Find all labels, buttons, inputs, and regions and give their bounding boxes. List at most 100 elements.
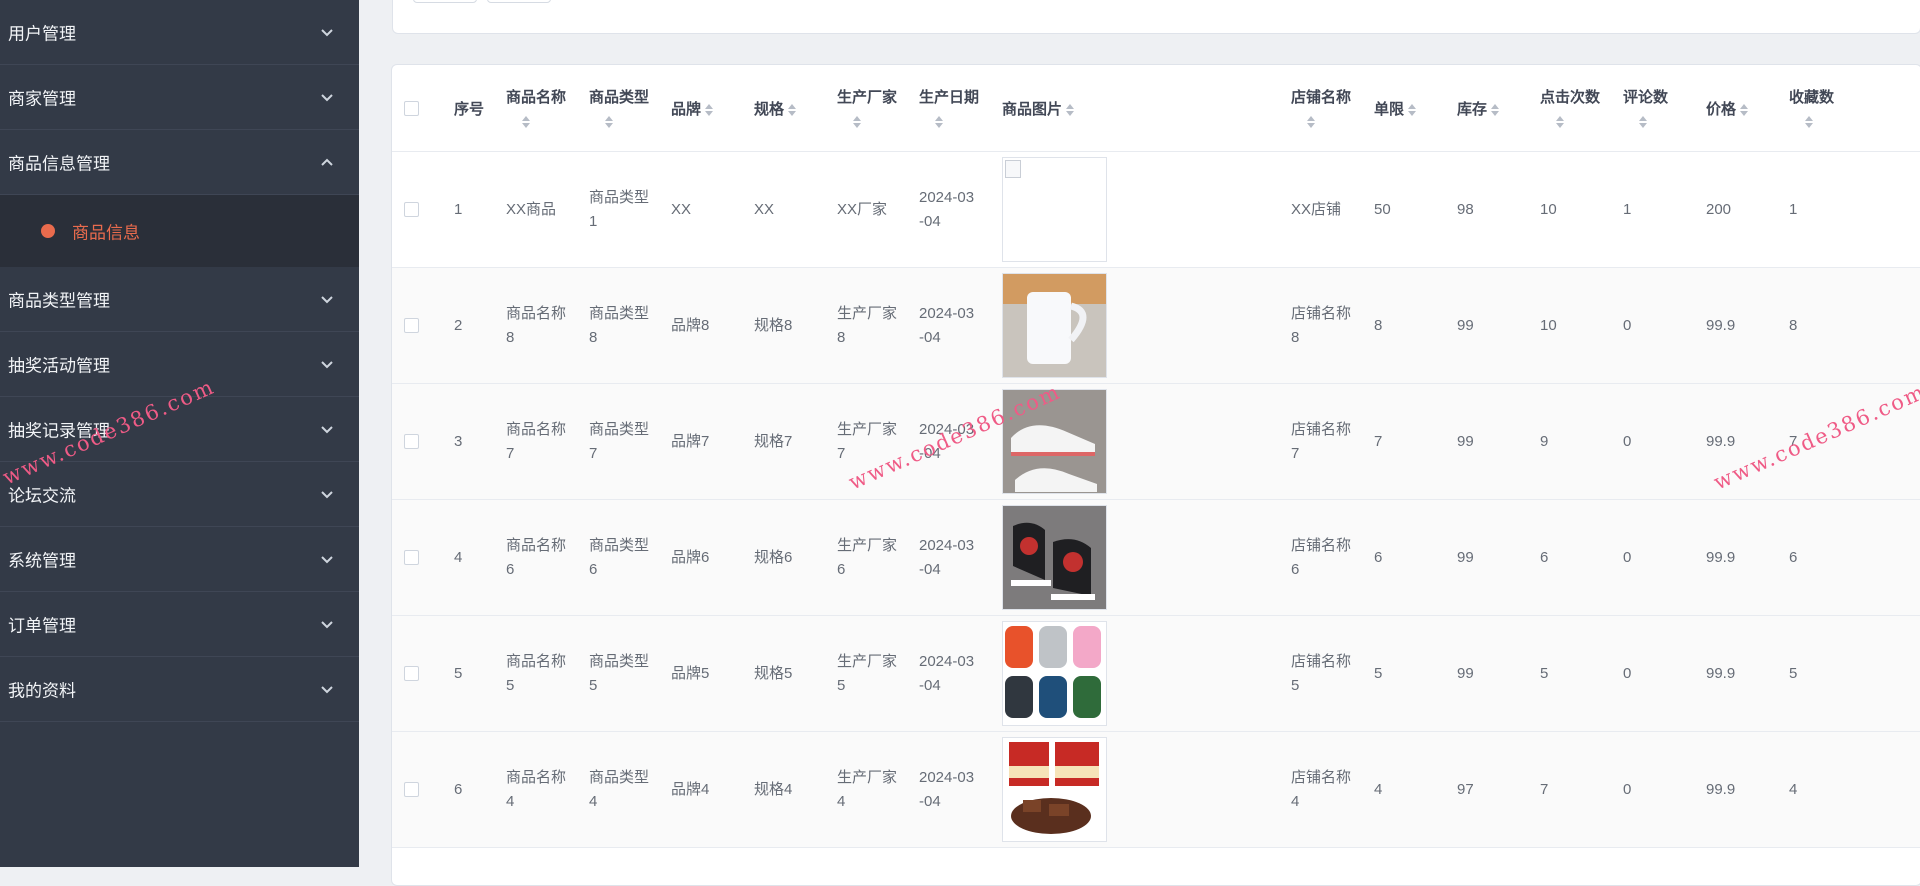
cell-text: 规格5 <box>754 664 793 682</box>
cell-name: 商品名称 8 <box>506 267 589 384</box>
product-image[interactable] <box>1002 157 1107 262</box>
cell-brand: 品牌6 <box>671 499 754 616</box>
column-header: 序号 <box>454 65 506 152</box>
search-panel <box>392 0 1920 34</box>
sort-icon[interactable] <box>1639 116 1647 129</box>
chevron-down-icon <box>317 679 337 699</box>
row-select-cell <box>392 499 454 616</box>
row-checkbox[interactable] <box>404 782 419 797</box>
sidebar-item-label: 论坛交流 <box>8 486 76 507</box>
cell-text: 生产厂家 4 <box>837 768 898 810</box>
cell-text: 2024-03 -04 <box>919 188 975 230</box>
chevron-down-icon <box>317 22 337 42</box>
cell-text: XX店铺 <box>1291 200 1342 218</box>
sidebar-item[interactable]: 抽奖记录管理 <box>0 397 359 462</box>
search-button[interactable] <box>413 0 477 3</box>
sidebar-item[interactable]: 用户管理 <box>0 0 359 65</box>
column-header: 商品名称 <box>506 65 589 152</box>
row-checkbox[interactable] <box>404 318 419 333</box>
cell-text: 99.9 <box>1706 316 1736 334</box>
product-table: 序号 商品名称 商品类型 品牌 规格 生产厂家 生产日期 商品图片 店铺名称 单限 库存 点击次数 评论… <box>392 65 1920 848</box>
cell-text: 99 <box>1457 548 1474 566</box>
table-row: 4 商品名称 6 商品类型 6 品牌6 规格6 生产厂家 6 2024-03 -04 店铺名称… <box>392 499 1920 616</box>
sidebar-item[interactable]: 我的资料 <box>0 657 359 722</box>
row-checkbox[interactable] <box>404 550 419 565</box>
sort-icon[interactable] <box>1066 103 1075 116</box>
sidebar-item[interactable]: 论坛交流 <box>0 462 359 527</box>
product-image[interactable] <box>1002 389 1107 494</box>
cell-image <box>1002 383 1208 500</box>
row-checkbox[interactable] <box>404 666 419 681</box>
cell-text: 6 <box>454 780 463 798</box>
cell-text: 99.9 <box>1706 548 1736 566</box>
table-row: 1 XX商品 商品类型 1 XX XX XX厂家 2024-03 -04 XX店铺 50 98 10… <box>392 151 1920 268</box>
sidebar-item[interactable]: 商品信息管理 <box>0 130 359 195</box>
cell-text: 0 <box>1623 780 1632 798</box>
sort-icon[interactable] <box>1491 103 1500 116</box>
sort-icon[interactable] <box>705 103 714 116</box>
product-image[interactable] <box>1002 737 1107 842</box>
column-label: 品牌 <box>671 100 702 118</box>
product-image[interactable] <box>1002 505 1107 610</box>
reset-button[interactable] <box>487 0 551 3</box>
cell-shop: 店铺名称 8 <box>1291 267 1374 384</box>
cell-shop: 店铺名称 5 <box>1291 615 1374 732</box>
cell-limit: 7 <box>1374 383 1457 500</box>
cell-text: XX商品 <box>506 200 557 218</box>
column-label: 商品图片 <box>1002 100 1063 118</box>
sort-icon[interactable] <box>1307 116 1315 129</box>
column-label: 点击次数 <box>1540 89 1601 106</box>
cell-text: 8 <box>1374 316 1383 334</box>
cell-text: 7 <box>1540 780 1549 798</box>
sort-icon[interactable] <box>1408 103 1417 116</box>
column-header: 店铺名称 <box>1291 65 1374 152</box>
cell-spec: 规格8 <box>754 267 837 384</box>
sidebar-item-label: 我的资料 <box>8 681 76 702</box>
cell-text: 99.9 <box>1706 664 1736 682</box>
cell-text: 2 <box>454 316 463 334</box>
sidebar-item[interactable]: 抽奖活动管理 <box>0 332 359 397</box>
sort-icon[interactable] <box>935 116 943 129</box>
column-label: 单限 <box>1374 100 1405 118</box>
sort-icon[interactable] <box>1805 116 1813 129</box>
sidebar-item[interactable]: 系统管理 <box>0 527 359 592</box>
sort-icon[interactable] <box>522 116 530 129</box>
cell-spacer <box>1208 151 1291 268</box>
cell-brand: 品牌5 <box>671 615 754 732</box>
sidebar-item-label: 用户管理 <box>8 24 76 45</box>
sidebar-item[interactable]: 订单管理 <box>0 592 359 657</box>
row-checkbox[interactable] <box>404 434 419 449</box>
cell-clicks: 10 <box>1540 267 1623 384</box>
chevron-down-icon <box>317 614 337 634</box>
cell-text: 商品名称 4 <box>506 768 567 810</box>
row-select-cell <box>392 151 454 268</box>
cell-spacer <box>1208 499 1291 616</box>
sort-icon[interactable] <box>853 116 861 129</box>
product-image[interactable] <box>1002 273 1107 378</box>
cell-shop: 店铺名称 4 <box>1291 731 1374 848</box>
sort-icon[interactable] <box>1556 116 1564 129</box>
sort-icon[interactable] <box>788 103 797 116</box>
cell-date: 2024-03 -04 <box>919 151 1002 268</box>
cell-text: 1 <box>454 200 463 218</box>
cell-index: 1 <box>454 151 506 268</box>
cell-text: 99.9 <box>1706 432 1736 450</box>
sort-icon[interactable] <box>1740 103 1749 116</box>
cell-text: 6 <box>1789 548 1798 566</box>
sidebar-subitem[interactable]: 商品信息 <box>0 195 359 267</box>
sidebar-item-label: 商家管理 <box>8 89 76 110</box>
cell-text: XX <box>754 200 775 218</box>
table-header: 序号 商品名称 商品类型 品牌 规格 生产厂家 生产日期 商品图片 店铺名称 单限 库存 点击次数 评论… <box>392 65 1920 152</box>
product-image[interactable] <box>1002 621 1107 726</box>
cell-stock: 99 <box>1457 383 1540 500</box>
cell-text: XX厂家 <box>837 200 888 218</box>
select-all-checkbox[interactable] <box>404 100 419 116</box>
sidebar-item[interactable]: 商品类型管理 <box>0 267 359 332</box>
sort-icon[interactable] <box>605 116 613 129</box>
chevron-down-icon <box>317 549 337 569</box>
column-header: 库存 <box>1457 65 1540 152</box>
cell-price: 99.9 <box>1706 383 1789 500</box>
row-checkbox[interactable] <box>404 202 419 217</box>
cell-spec: XX <box>754 151 837 268</box>
sidebar-item[interactable]: 商家管理 <box>0 65 359 130</box>
